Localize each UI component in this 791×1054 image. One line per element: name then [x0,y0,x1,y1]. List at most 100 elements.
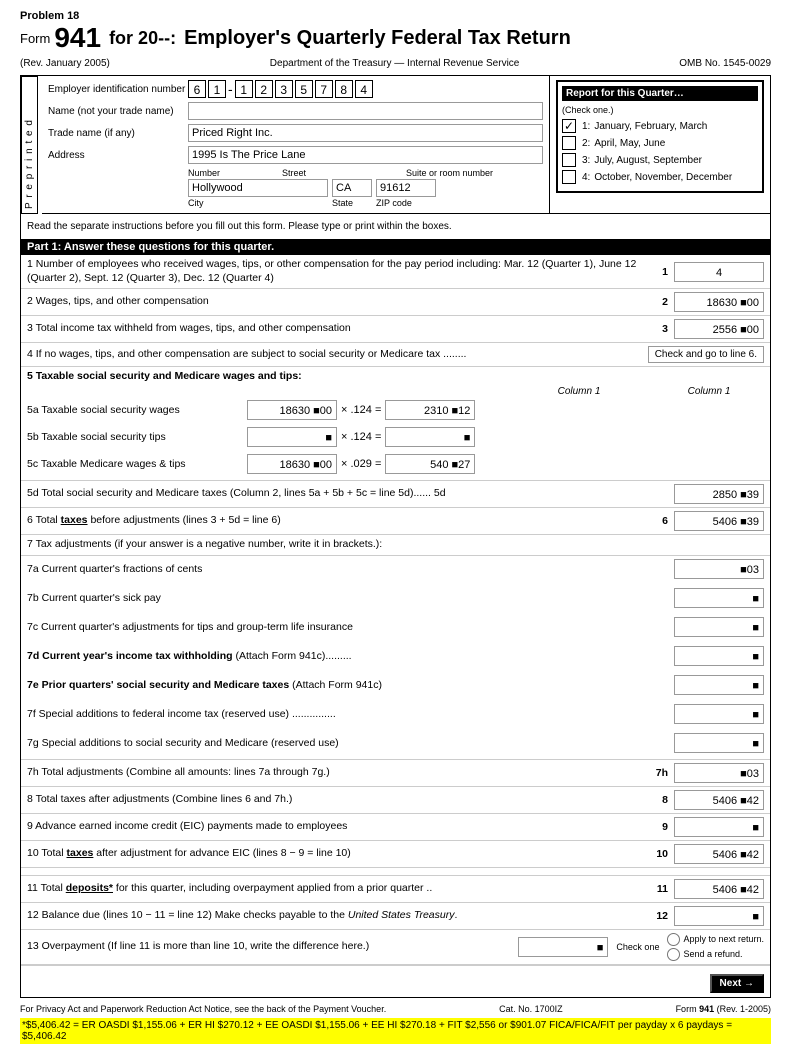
line6-value: 5406 ■39 [674,511,764,531]
line7a-value: ■03 [674,559,764,579]
line7c-inner: 7c Current quarter's adjustments for tip… [27,617,764,637]
line7f-label: 7f Special additions to federal income t… [27,708,674,720]
zip-input[interactable] [376,179,436,197]
line4-text: 4 If no wages, tips, and other compensat… [27,348,648,362]
line7c-label: 7c Current quarter's adjustments for tip… [27,621,674,633]
line8-num: 8 [654,794,668,806]
trade-label: Trade name (if any) [48,128,188,139]
line10-taxes: taxes [67,847,94,859]
line5a-col2: 2310 ■12 [385,400,475,420]
line7f-row: 7f Special additions to federal income t… [21,701,770,730]
line7d-inner: 7d Current year's income tax withholding… [27,646,764,666]
read-instructions: Read the separate instructions before yo… [21,218,770,235]
checkbox-q3[interactable] [562,153,576,167]
quarter-row-2: 2: April, May, June [562,136,758,150]
ein-digit-4: 2 [255,80,273,98]
omb-number: OMB No. 1545-0029 [679,58,771,69]
apply-next-radio[interactable] [667,933,680,946]
report-title: Report for this Quarter… [562,86,758,101]
ein-digit-6: 5 [295,80,313,98]
employer-outer: P r e p r i n t e d Employer identificat… [21,76,770,214]
zip-label: ZIP code [376,198,412,208]
line7e-row: 7e Prior quarters' social security and M… [21,672,770,701]
dept-name: Department of the Treasury — Internal Re… [270,58,520,69]
line7d-bold: 7d Current year's income tax withholding [27,650,233,662]
for-20: for 20--: [109,28,176,49]
line13-checkone: Check one Apply to next return. Send a r… [616,933,764,961]
col2-label: Column 1 [654,386,764,397]
suite-label: Suite or room number [406,168,493,178]
line9-text: 9 Advance earned income credit (EIC) pay… [27,820,648,834]
col1-label: Column 1 [524,386,634,397]
line7d-value: ■ [674,646,764,666]
line10-text: 10 Total taxes after adjustment for adva… [27,847,648,861]
line1-num: 1 [654,266,668,278]
address-input[interactable] [188,146,543,164]
ein-row: Employer identification number 6 1 - 1 2… [48,80,543,98]
line5b-col1: ■ [247,427,337,447]
send-refund-radio[interactable] [667,948,680,961]
line13-value: ■ [518,937,608,957]
line7b-label: 7b Current quarter's sick pay [27,592,674,604]
name-input[interactable] [188,102,543,120]
footer-form-num: 941 [699,1004,714,1014]
line3-row: 3 Total income tax withheld from wages, … [21,316,770,343]
checkbox-q1[interactable]: ✓ [562,119,576,133]
checkbox-q4[interactable] [562,170,576,184]
line7a-row: 7a Current quarter's fractions of cents … [21,556,770,585]
address-sub: Number Street Suite or room number City … [48,168,543,208]
footer-form: Form 941 (Rev. 1-2005) [676,1004,771,1014]
line6-taxes: taxes [61,514,88,526]
line12-num: 12 [654,910,668,922]
line5c-row: 5c Taxable Medicare wages & tips 18630 ■… [21,451,770,481]
q4-label: October, November, December [594,172,732,183]
footer-rev: (Rev. 1-2005) [717,1004,771,1014]
trade-row: Trade name (if any) [48,124,543,142]
line7h-num: 7h [654,767,668,779]
address-city-row [188,179,543,197]
form-subtitle: (Rev. January 2005) Department of the Tr… [20,58,771,69]
line7b-row: 7b Current quarter's sick pay ■ [21,585,770,614]
line5b-mult: × .124 = [341,431,381,443]
line11-deposits: deposits* [66,882,113,894]
q1-label: January, February, March [594,121,707,132]
line11-num: 11 [654,883,668,895]
employer-fields: Employer identification number 6 1 - 1 2… [42,76,770,214]
ein-digit-5: 3 [275,80,293,98]
q3-label: July, August, September [594,155,702,166]
apply-next-label: Apply to next return. [667,933,764,946]
yellow-note: *$5,406.42 = ER OASDI $1,155.06 + ER HI … [20,1018,771,1044]
line7a-label: 7a Current quarter's fractions of cents [27,563,674,575]
checkbox-q2[interactable] [562,136,576,150]
report-box: Report for this Quarter… (Check one.) ✓ … [556,80,764,193]
rev-date: (Rev. January 2005) [20,58,110,69]
line5-header-text: 5 Taxable social security and Medicare w… [27,370,302,382]
state-input[interactable] [332,179,372,197]
line3-value: 2556 ■00 [674,319,764,339]
line7c-row: 7c Current quarter's adjustments for tip… [21,614,770,643]
line7e-value: ■ [674,675,764,695]
line7g-label: 7g Special additions to social security … [27,737,674,749]
next-button[interactable]: Next → [710,974,764,993]
line8-text: 8 Total taxes after adjustments (Combine… [27,793,648,807]
line5b-col2: ■ [385,427,475,447]
part1-header: Part 1: Answer these questions for this … [21,239,770,255]
line7-header-text: 7 Tax adjustments (if your answer is a n… [27,538,382,550]
line5a-mult: × .124 = [341,404,381,416]
ein-digit-3: 1 [235,80,253,98]
line5b-label: 5b Taxable social security tips [27,431,247,443]
line7h-value: ■03 [674,763,764,783]
city-input[interactable] [188,179,328,197]
report-title-text: Report for this Quarter… [566,88,684,99]
line7d-label: 7d Current year's income tax withholding… [27,650,674,662]
line2-value: 18630 ■00 [674,292,764,312]
line13-row: 13 Overpayment (If line 11 is more than … [21,930,770,965]
line7g-value: ■ [674,733,764,753]
footer-form-word: Form [676,1004,697,1014]
trade-input[interactable] [188,124,543,142]
line13-text: 13 Overpayment (If line 11 is more than … [27,940,518,954]
line12-value: ■ [674,906,764,926]
line6-text: 6 Total taxes before adjustments (lines … [27,514,648,528]
form-941: 941 [54,22,101,54]
line7-header-row: 7 Tax adjustments (if your answer is a n… [21,535,770,556]
